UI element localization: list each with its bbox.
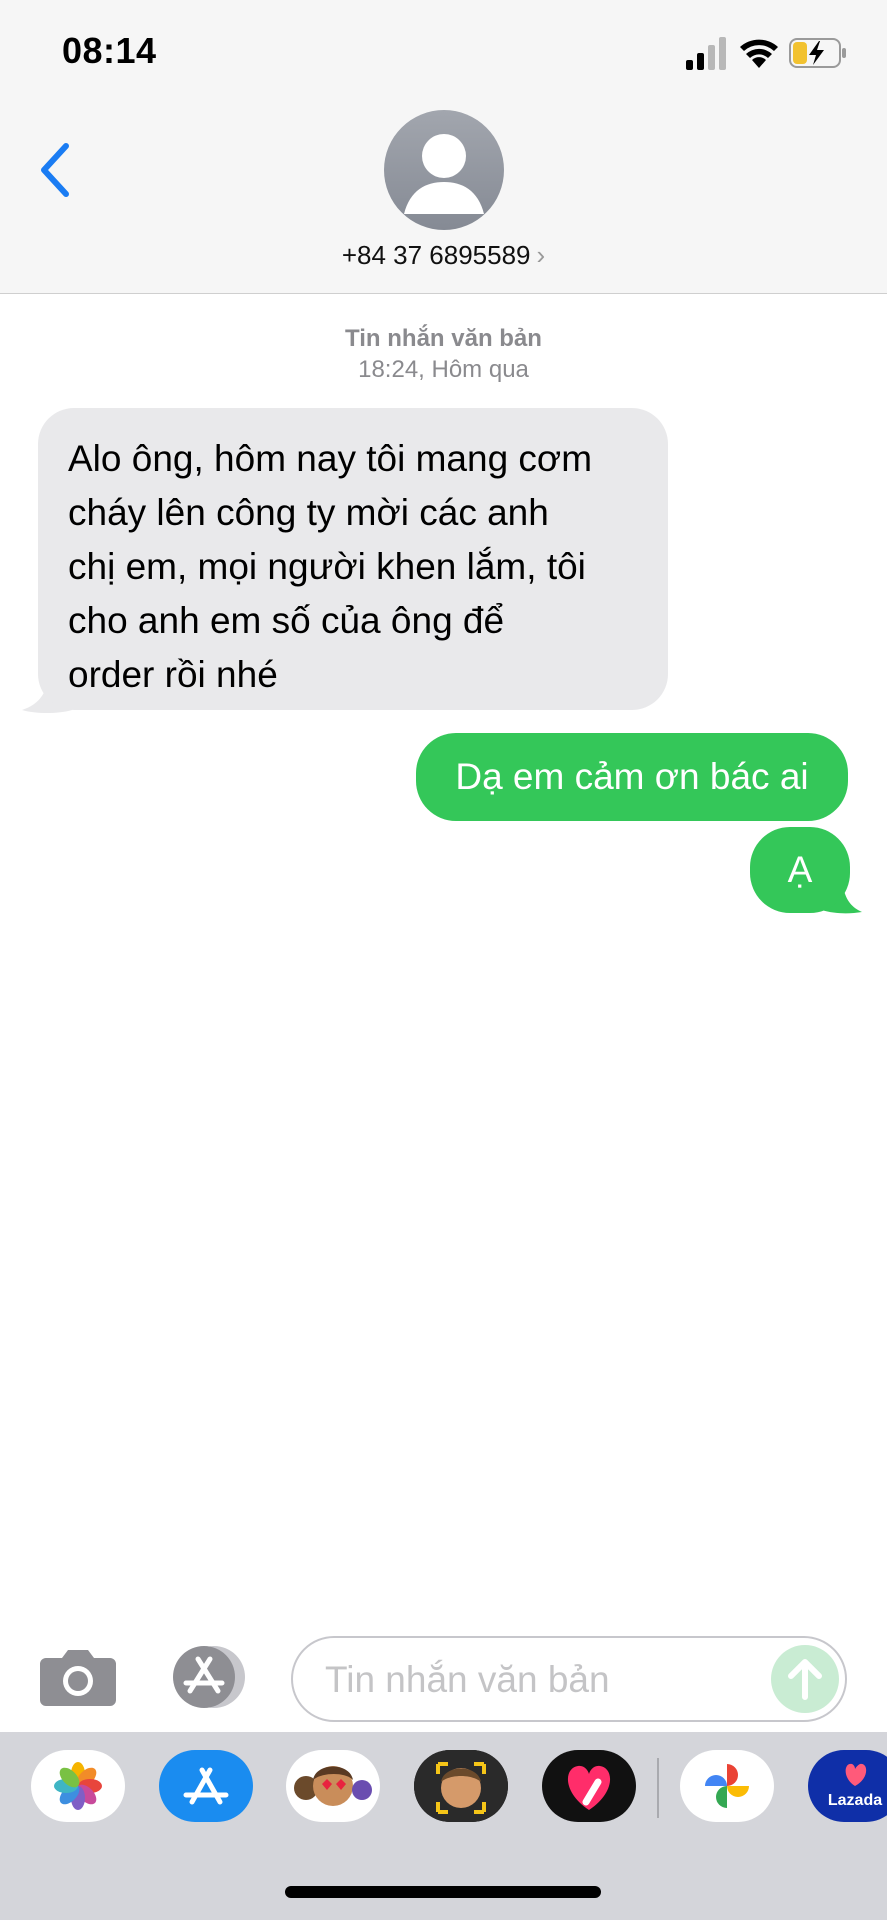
animoji-icon — [414, 1750, 508, 1822]
send-button[interactable] — [771, 1645, 839, 1713]
cellular-signal-icon — [686, 37, 726, 70]
person-silhouette-icon — [404, 134, 484, 214]
chevron-right-icon: › — [536, 240, 546, 270]
digital-touch-app-button[interactable] — [542, 1750, 636, 1822]
memoji-stickers-icon — [294, 1766, 372, 1806]
google-photos-icon — [705, 1764, 749, 1808]
message-line: Alo ông, hôm nay tôi mang cơm — [68, 438, 593, 479]
back-button[interactable] — [34, 140, 74, 200]
wifi-icon — [740, 39, 778, 68]
contact-avatar[interactable] — [384, 110, 504, 230]
message-line: order rồi nhé — [68, 654, 278, 695]
animoji-app-button[interactable] — [414, 1750, 508, 1822]
home-indicator[interactable] — [285, 1886, 601, 1898]
contact-name-button[interactable]: +84 37 6895589 › — [0, 240, 887, 271]
message-line: cho anh em số của ông để — [68, 600, 505, 641]
camera-icon[interactable] — [40, 1648, 116, 1706]
battery-charging-icon — [789, 38, 846, 68]
lazada-app-button[interactable]: Lazada — [808, 1750, 887, 1822]
drawer-divider — [657, 1758, 659, 1818]
message-input-field[interactable] — [291, 1636, 847, 1722]
outgoing-message-bubble[interactable]: Ạ — [750, 827, 850, 913]
status-icons — [686, 36, 851, 72]
memoji-stickers-app-button[interactable] — [286, 1750, 380, 1822]
service-label: Tin nhắn văn bản — [345, 325, 542, 352]
conversation-header: 08:14 +84 37 6895589 › — [0, 0, 887, 294]
lazada-icon — [845, 1763, 867, 1786]
lazada-label: Lazada — [827, 1792, 883, 1809]
contact-number: +84 37 6895589 — [341, 240, 531, 270]
digital-touch-icon — [567, 1765, 611, 1810]
message-timestamp: 18:24, Hôm qua — [358, 356, 529, 383]
app-store-icon — [183, 1767, 229, 1805]
app-store-icon[interactable] — [164, 1645, 250, 1709]
message-line: cháy lên công ty mời các anh — [68, 492, 549, 533]
message-line: chị em, mọi người khen lắm, tôi — [68, 546, 586, 587]
photos-icon — [54, 1762, 102, 1810]
message-input[interactable] — [323, 1638, 747, 1722]
outgoing-message-bubble[interactable]: Dạ em cảm ơn bác ai — [416, 733, 848, 821]
status-time: 08:14 — [62, 30, 157, 71]
arrow-up-icon — [788, 1659, 822, 1700]
photos-app-button[interactable] — [31, 1750, 125, 1822]
google-photos-app-button[interactable] — [680, 1750, 774, 1822]
incoming-message-bubble[interactable]: Alo ông, hôm nay tôi mang cơm cháy lên c… — [38, 408, 668, 710]
app-store-app-button[interactable] — [159, 1750, 253, 1822]
